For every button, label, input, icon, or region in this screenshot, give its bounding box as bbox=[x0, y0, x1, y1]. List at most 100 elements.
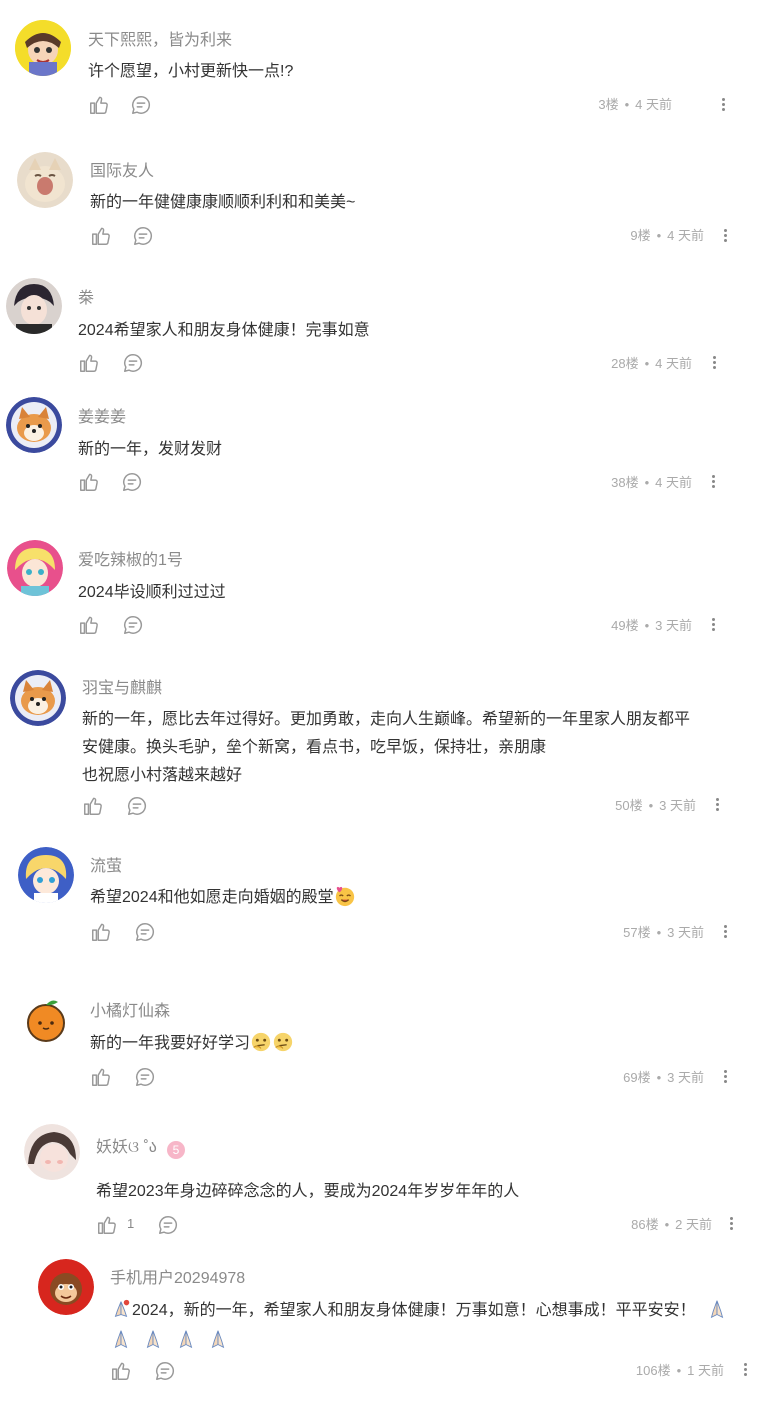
cat-avatar[interactable] bbox=[17, 152, 73, 208]
like-button[interactable] bbox=[90, 1066, 112, 1088]
like-button[interactable] bbox=[78, 352, 100, 374]
like-button[interactable] bbox=[78, 614, 100, 636]
like-count: 1 bbox=[127, 1216, 135, 1231]
username[interactable]: 天下熙熙，皆为利来 bbox=[88, 30, 232, 52]
like-button[interactable] bbox=[78, 471, 100, 493]
timestamp: 4 天前 bbox=[655, 356, 692, 371]
separator-dot: • bbox=[656, 925, 662, 940]
comment-line: 希望2023年身边碎碎念念的人，要成为2024年岁岁年年的人 bbox=[96, 1183, 520, 1200]
separator-dot: • bbox=[644, 356, 650, 371]
timestamp: 3 天前 bbox=[667, 1070, 704, 1085]
comment-meta: 50楼 • 3 天前 bbox=[615, 797, 696, 815]
comment-meta: 3楼 • 4 天前 bbox=[598, 96, 672, 114]
comment-line-text: 新的一年我要好好学习 bbox=[90, 1035, 251, 1052]
username[interactable]: 流萤 bbox=[90, 856, 122, 878]
comment-meta: 38楼 • 4 天前 bbox=[611, 474, 692, 492]
shiba-astronaut-avatar[interactable] bbox=[10, 670, 66, 726]
more-options-icon[interactable] bbox=[720, 1068, 730, 1086]
reply-button[interactable] bbox=[122, 614, 144, 636]
username[interactable]: 桊 bbox=[78, 288, 94, 310]
thumbs-up-icon bbox=[80, 473, 98, 491]
timestamp: 4 天前 bbox=[635, 97, 672, 112]
girl-blush-avatar[interactable] bbox=[24, 1124, 80, 1180]
more-options-icon[interactable] bbox=[726, 1215, 736, 1233]
username[interactable]: 姜姜姜 bbox=[78, 407, 126, 429]
comment-text: 新的一年我要好好学习 bbox=[90, 1030, 294, 1058]
comment-line-text: 2024，新的一年，希望家人和朋友身体健康！万事如意！心想事成！平平安安！ bbox=[132, 1302, 696, 1319]
username[interactable]: 国际友人 bbox=[90, 161, 154, 183]
more-options-icon[interactable] bbox=[718, 96, 728, 114]
reply-button[interactable] bbox=[154, 1360, 176, 1382]
comment-line: 2024希望家人和朋友身体健康！完事如意 bbox=[78, 322, 370, 339]
timestamp: 3 天前 bbox=[655, 618, 692, 633]
anime-boy-avatar[interactable] bbox=[6, 278, 62, 334]
separator-dot: • bbox=[644, 475, 650, 490]
anime-girl-pink-avatar[interactable] bbox=[7, 540, 63, 596]
more-options-icon[interactable] bbox=[720, 227, 730, 245]
comment-bubble-icon bbox=[136, 1068, 155, 1086]
like-button[interactable] bbox=[90, 225, 112, 247]
like-button[interactable] bbox=[82, 795, 104, 817]
like-button[interactable] bbox=[90, 921, 112, 943]
smiling-face-heart-emoji bbox=[334, 885, 356, 907]
separator-dot: • bbox=[644, 618, 650, 633]
more-options-icon[interactable] bbox=[740, 1361, 750, 1379]
timestamp: 2 天前 bbox=[675, 1217, 712, 1232]
more-options-icon[interactable] bbox=[708, 473, 718, 491]
comment-bubble-icon bbox=[159, 1216, 178, 1234]
reply-button[interactable] bbox=[157, 1214, 179, 1236]
anime-girl-blue-avatar[interactable] bbox=[18, 847, 74, 903]
comment-bubble-icon bbox=[123, 473, 142, 491]
comment-line: 新的一年健健康康顺顺利利和和美美~ bbox=[90, 194, 356, 211]
reply-button[interactable] bbox=[134, 921, 156, 943]
floor-number: 106楼 bbox=[635, 1363, 671, 1378]
username[interactable]: 爱吃辣椒的1号 bbox=[78, 550, 183, 572]
prayer-hands-emoji bbox=[142, 1328, 164, 1350]
comment-meta: 106楼 • 1 天前 bbox=[636, 1362, 724, 1380]
prayer-hands-emoji bbox=[110, 1298, 132, 1320]
reply-button[interactable] bbox=[132, 225, 154, 247]
floor-number: 9楼 bbox=[630, 228, 651, 243]
separator-dot: • bbox=[664, 1217, 670, 1232]
like-button[interactable] bbox=[110, 1360, 132, 1382]
tangerine-avatar[interactable] bbox=[18, 992, 74, 1048]
shiba-astronaut-avatar[interactable] bbox=[6, 397, 62, 453]
timestamp: 4 天前 bbox=[667, 228, 704, 243]
comment-meta: 28楼 • 4 天前 bbox=[611, 355, 692, 373]
comment-text: 希望2023年身边碎碎念念的人，要成为2024年岁岁年年的人 bbox=[96, 1178, 519, 1206]
more-options-icon[interactable] bbox=[720, 923, 730, 941]
username[interactable]: 手机用户20294978 bbox=[110, 1268, 245, 1290]
comment-line: 2024，新的一年，希望家人和朋友身体健康！万事如意！心想事成！平平安安！ bbox=[110, 1297, 750, 1325]
comment-feed: 天下熙熙，皆为利来 许个愿望，小村更新快一点!? 3楼 • 4 天前 国际友人 新的… bbox=[0, 0, 760, 1401]
floor-number: 49楼 bbox=[611, 618, 639, 633]
username[interactable]: 妖妖ଓ ˚ა 5 bbox=[96, 1137, 185, 1159]
monkey-avatar[interactable] bbox=[38, 1259, 94, 1315]
thumbs-up-icon bbox=[92, 227, 110, 245]
reply-button[interactable] bbox=[122, 352, 144, 374]
like-button[interactable] bbox=[96, 1214, 118, 1236]
prayer-hands-emoji bbox=[110, 1328, 132, 1350]
prayer-hands-emoji bbox=[706, 1298, 728, 1320]
floor-number: 50楼 bbox=[615, 798, 643, 813]
like-button[interactable] bbox=[88, 94, 110, 116]
more-options-icon[interactable] bbox=[712, 796, 722, 814]
boy-crying-avatar[interactable] bbox=[15, 20, 71, 76]
username[interactable]: 小橘灯仙森 bbox=[90, 1001, 170, 1023]
more-options-icon[interactable] bbox=[709, 354, 719, 372]
reply-button[interactable] bbox=[121, 471, 143, 493]
comment-line: 新的一年，愿比去年过得好。更加勇敢，走向人生巅峰。希望新的一年里家人朋友都平 bbox=[82, 711, 691, 728]
thumbs-up-icon bbox=[80, 616, 98, 634]
comment-bubble-icon bbox=[156, 1362, 175, 1380]
floor-number: 86楼 bbox=[631, 1217, 659, 1232]
username[interactable]: 羽宝与麒麒 bbox=[82, 678, 162, 700]
reply-button[interactable] bbox=[126, 795, 148, 817]
comment-text: 新的一年，发财发财 bbox=[78, 436, 222, 464]
comment-text: 新的一年健健康康顺顺利利和和美美~ bbox=[90, 189, 355, 217]
reply-button[interactable] bbox=[130, 94, 152, 116]
separator-dot: • bbox=[656, 228, 662, 243]
prayer-hands-emoji bbox=[207, 1328, 229, 1350]
more-options-icon[interactable] bbox=[708, 616, 718, 634]
comment-line: 也祝愿小村落越来越好 bbox=[82, 767, 243, 784]
reply-button[interactable] bbox=[134, 1066, 156, 1088]
timestamp: 1 天前 bbox=[687, 1363, 724, 1378]
